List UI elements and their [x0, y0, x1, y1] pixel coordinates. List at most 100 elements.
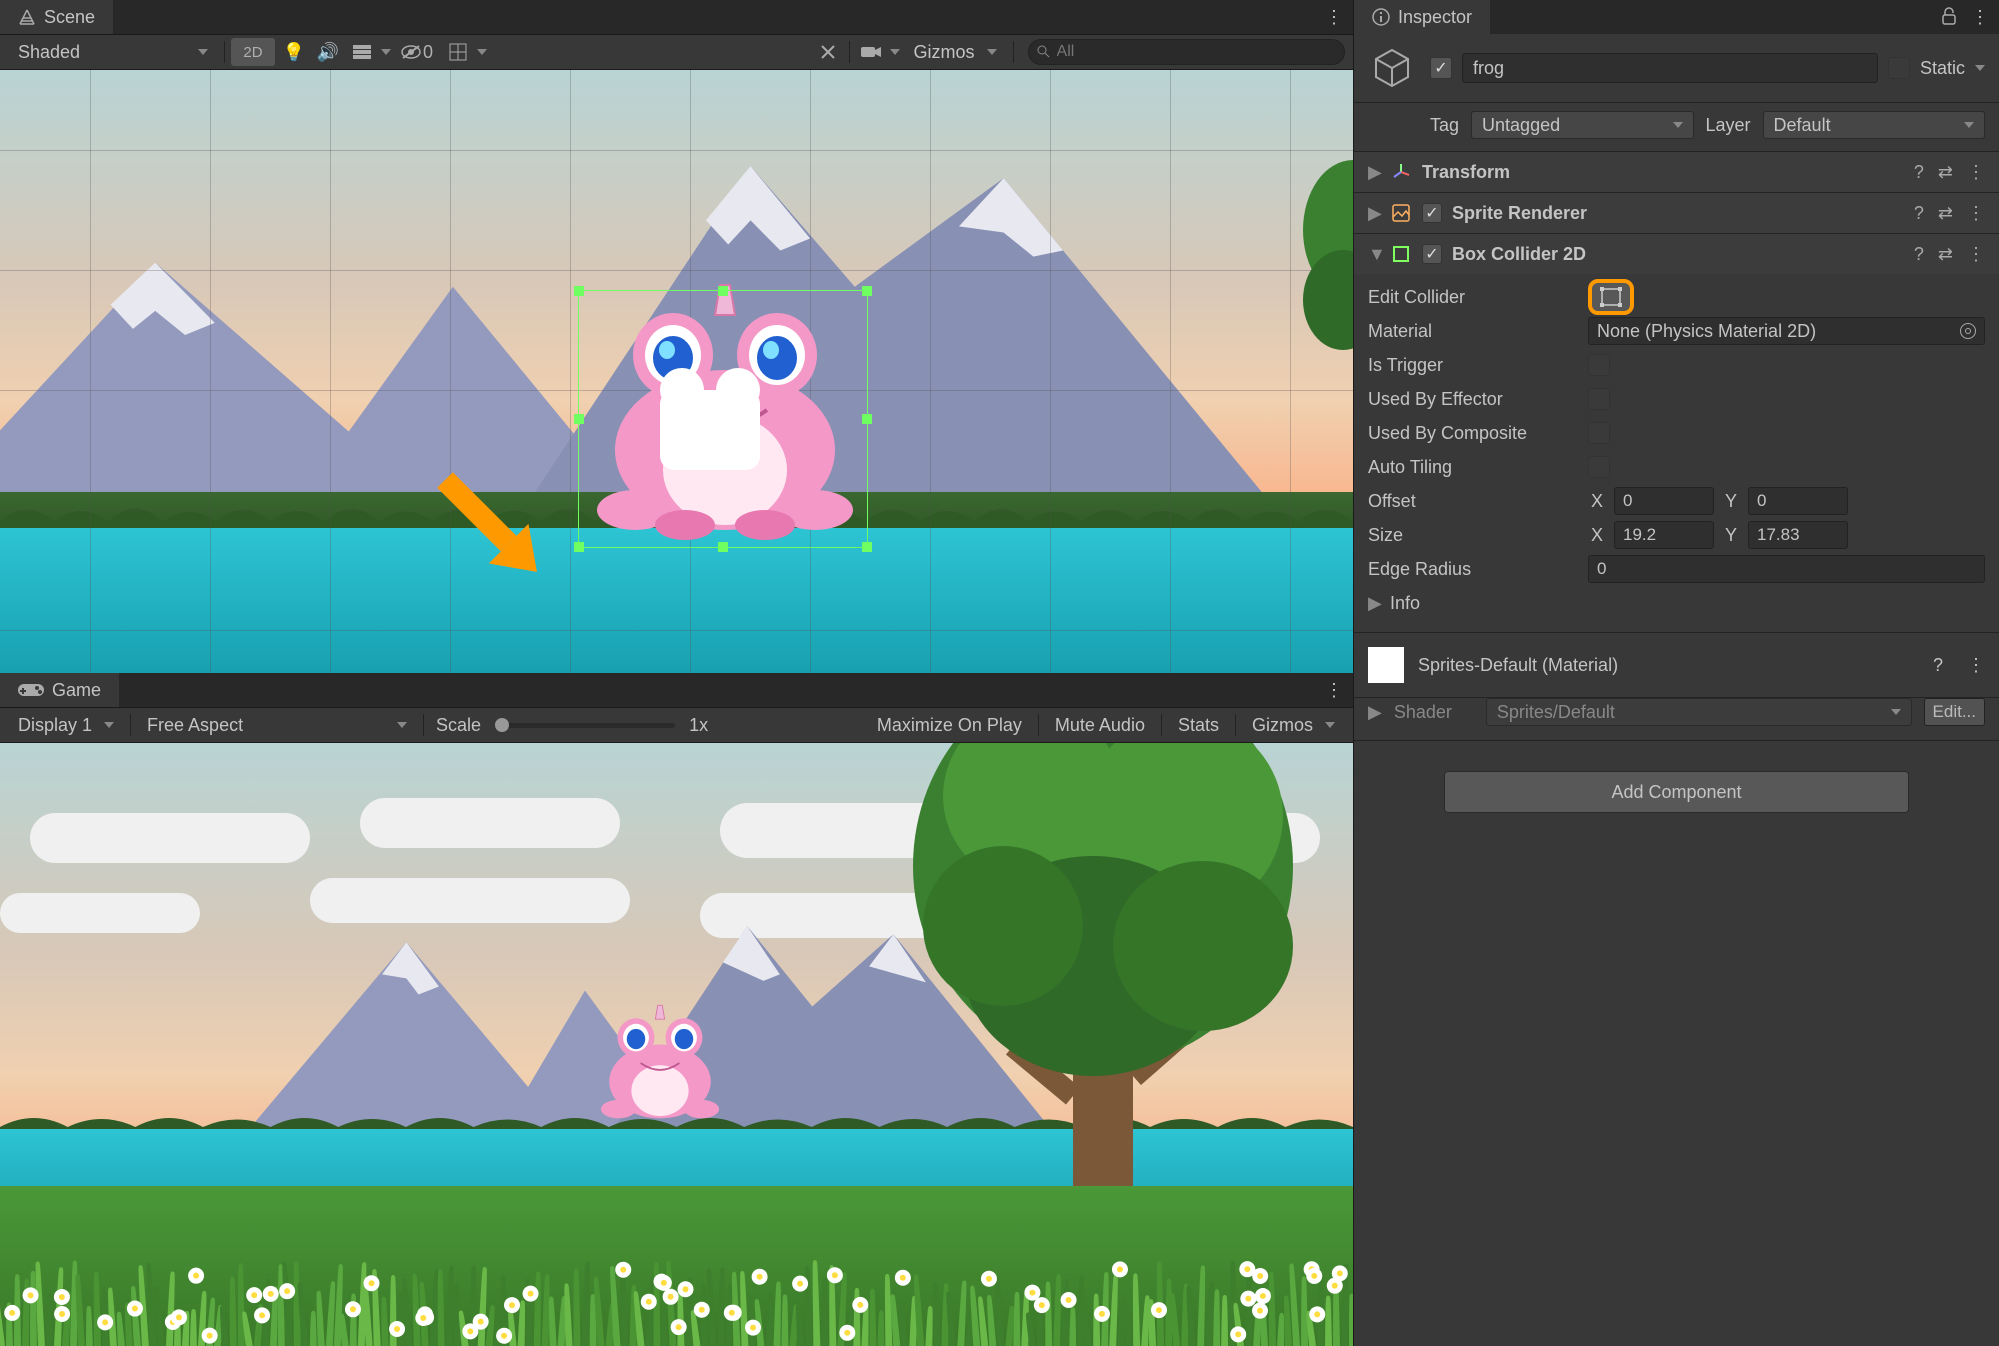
- component-menu-icon[interactable]: ⋮: [1967, 162, 1985, 183]
- scale-slider[interactable]: [495, 723, 675, 728]
- component-menu-icon[interactable]: ⋮: [1967, 244, 1985, 265]
- offset-x-input[interactable]: [1614, 487, 1714, 515]
- edit-collider-label: Edit Collider: [1368, 287, 1578, 308]
- edge-radius-input[interactable]: [1588, 555, 1985, 583]
- edit-collider-button[interactable]: [1588, 279, 1634, 315]
- scene-search-input[interactable]: [1028, 39, 1346, 65]
- sprite-renderer-icon: [1390, 202, 1412, 224]
- layer-dropdown[interactable]: Default: [1763, 111, 1985, 139]
- preset-icon[interactable]: ⇄: [1938, 162, 1953, 183]
- game-tab-label: Game: [52, 680, 101, 701]
- is-trigger-label: Is Trigger: [1368, 355, 1578, 376]
- transform-icon: [1390, 161, 1412, 183]
- material-thumbnail: [1368, 647, 1404, 683]
- 2d-toggle[interactable]: 2D: [231, 38, 275, 66]
- scene-icon: [18, 8, 36, 26]
- inspector-tabrow: Inspector ⋮: [1354, 0, 1999, 34]
- lock-icon[interactable]: [1941, 7, 1957, 28]
- active-checkbox[interactable]: ✓: [1430, 57, 1452, 79]
- stats-toggle[interactable]: Stats: [1168, 711, 1229, 739]
- help-icon[interactable]: ?: [1914, 244, 1924, 265]
- help-icon[interactable]: ?: [1914, 203, 1924, 224]
- shader-dropdown[interactable]: Sprites/Default: [1486, 698, 1912, 726]
- preset-icon[interactable]: ⇄: [1938, 203, 1953, 224]
- display-dropdown[interactable]: Display 1: [8, 711, 124, 739]
- lighting-toggle-icon[interactable]: 💡: [279, 38, 309, 66]
- inspector-icon: [1372, 8, 1390, 26]
- scene-search[interactable]: [1028, 39, 1346, 65]
- gizmos-dropdown[interactable]: Gizmos: [904, 38, 1007, 66]
- camera-icon[interactable]: [856, 38, 886, 66]
- gameobject-icon: [1368, 44, 1416, 92]
- help-icon[interactable]: ?: [1914, 162, 1924, 183]
- game-panel-menu-icon[interactable]: ⋮: [1325, 680, 1343, 701]
- sprite-renderer-fold-icon[interactable]: ▶: [1368, 203, 1380, 224]
- scale-label: Scale: [436, 715, 481, 736]
- inspector-tab-label: Inspector: [1398, 7, 1472, 28]
- component-menu-icon[interactable]: ⋮: [1967, 203, 1985, 224]
- maximize-toggle[interactable]: Maximize On Play: [867, 711, 1032, 739]
- material-fold-icon[interactable]: ▶: [1368, 702, 1382, 723]
- scene-tab[interactable]: Scene: [0, 0, 113, 34]
- add-component-button[interactable]: Add Component: [1444, 771, 1909, 813]
- tag-layer-row: Tag Untagged Layer Default: [1354, 103, 1999, 152]
- info-fold-icon[interactable]: ▶: [1368, 593, 1380, 614]
- box-collider-enable-checkbox[interactable]: ✓: [1422, 244, 1442, 264]
- sprite-renderer-enable-checkbox[interactable]: ✓: [1422, 203, 1442, 223]
- box-collider-fold-icon[interactable]: ▼: [1368, 244, 1380, 265]
- tag-dropdown[interactable]: Untagged: [1471, 111, 1693, 139]
- box-collider-icon: [1390, 243, 1412, 265]
- fx-toggle-icon[interactable]: [347, 38, 377, 66]
- scene-toolbar: Shaded 2D 💡 🔊 0 Gizmos: [0, 34, 1353, 70]
- selection-box[interactable]: [578, 290, 868, 548]
- box-collider-component: ▼ ✓ Box Collider 2D ?⇄⋮ Edit Collider Ma…: [1354, 234, 1999, 633]
- layer-label: Layer: [1706, 115, 1751, 136]
- size-x-input[interactable]: [1614, 521, 1714, 549]
- scene-viewport[interactable]: [0, 70, 1353, 673]
- audio-toggle-icon[interactable]: 🔊: [313, 38, 343, 66]
- aspect-dropdown[interactable]: Free Aspect: [137, 711, 417, 739]
- sprite-renderer-title: Sprite Renderer: [1452, 203, 1904, 224]
- component-menu-icon[interactable]: ⋮: [1967, 655, 1985, 676]
- tag-label: Tag: [1430, 115, 1459, 136]
- info-label: Info: [1390, 593, 1420, 614]
- camera-dropdown-icon[interactable]: [890, 38, 900, 66]
- scene-tab-label: Scene: [44, 7, 95, 28]
- static-checkbox[interactable]: [1888, 57, 1910, 79]
- auto-tiling-checkbox[interactable]: [1588, 456, 1610, 478]
- grass-decor: [0, 1166, 1353, 1346]
- shader-edit-button[interactable]: Edit...: [1924, 698, 1985, 726]
- object-header: ✓ Static: [1354, 34, 1999, 103]
- material-field[interactable]: None (Physics Material 2D): [1588, 317, 1985, 345]
- object-name-input[interactable]: [1462, 53, 1878, 83]
- help-icon[interactable]: ?: [1933, 655, 1943, 676]
- used-by-composite-label: Used By Composite: [1368, 423, 1578, 444]
- size-y-input[interactable]: [1748, 521, 1848, 549]
- game-tab[interactable]: Game: [0, 673, 119, 707]
- shading-mode-dropdown[interactable]: Shaded: [8, 38, 218, 66]
- game-viewport[interactable]: /*placeholder*/: [0, 743, 1353, 1346]
- static-dropdown-icon[interactable]: [1975, 65, 1985, 71]
- fx-dropdown-icon[interactable]: [381, 38, 391, 66]
- inspector-tab[interactable]: Inspector: [1354, 0, 1490, 34]
- sprite-renderer-component: ▶ ✓ Sprite Renderer ? ⇄ ⋮: [1354, 193, 1999, 234]
- used-by-composite-checkbox[interactable]: [1588, 422, 1610, 444]
- used-by-effector-checkbox[interactable]: [1588, 388, 1610, 410]
- box-collider-title: Box Collider 2D: [1452, 244, 1904, 265]
- inspector-menu-icon[interactable]: ⋮: [1971, 7, 1989, 28]
- preset-icon[interactable]: ⇄: [1938, 244, 1953, 265]
- grid-toggle-icon[interactable]: [443, 38, 473, 66]
- is-trigger-checkbox[interactable]: [1588, 354, 1610, 376]
- offset-y-input[interactable]: [1748, 487, 1848, 515]
- game-gizmos-dropdown[interactable]: Gizmos: [1242, 711, 1345, 739]
- scene-panel-menu-icon[interactable]: ⋮: [1325, 7, 1343, 28]
- transform-fold-icon[interactable]: ▶: [1368, 162, 1380, 183]
- game-toolbar: Display 1 Free Aspect Scale 1x Maximize …: [0, 707, 1353, 743]
- offset-label: Offset: [1368, 491, 1578, 512]
- grid-dropdown-icon[interactable]: [477, 38, 487, 66]
- tools-icon[interactable]: [813, 38, 843, 66]
- scale-value: 1x: [689, 715, 708, 736]
- object-picker-icon[interactable]: [1960, 323, 1976, 339]
- hidden-objects-icon[interactable]: 0: [395, 38, 439, 66]
- mute-toggle[interactable]: Mute Audio: [1045, 711, 1155, 739]
